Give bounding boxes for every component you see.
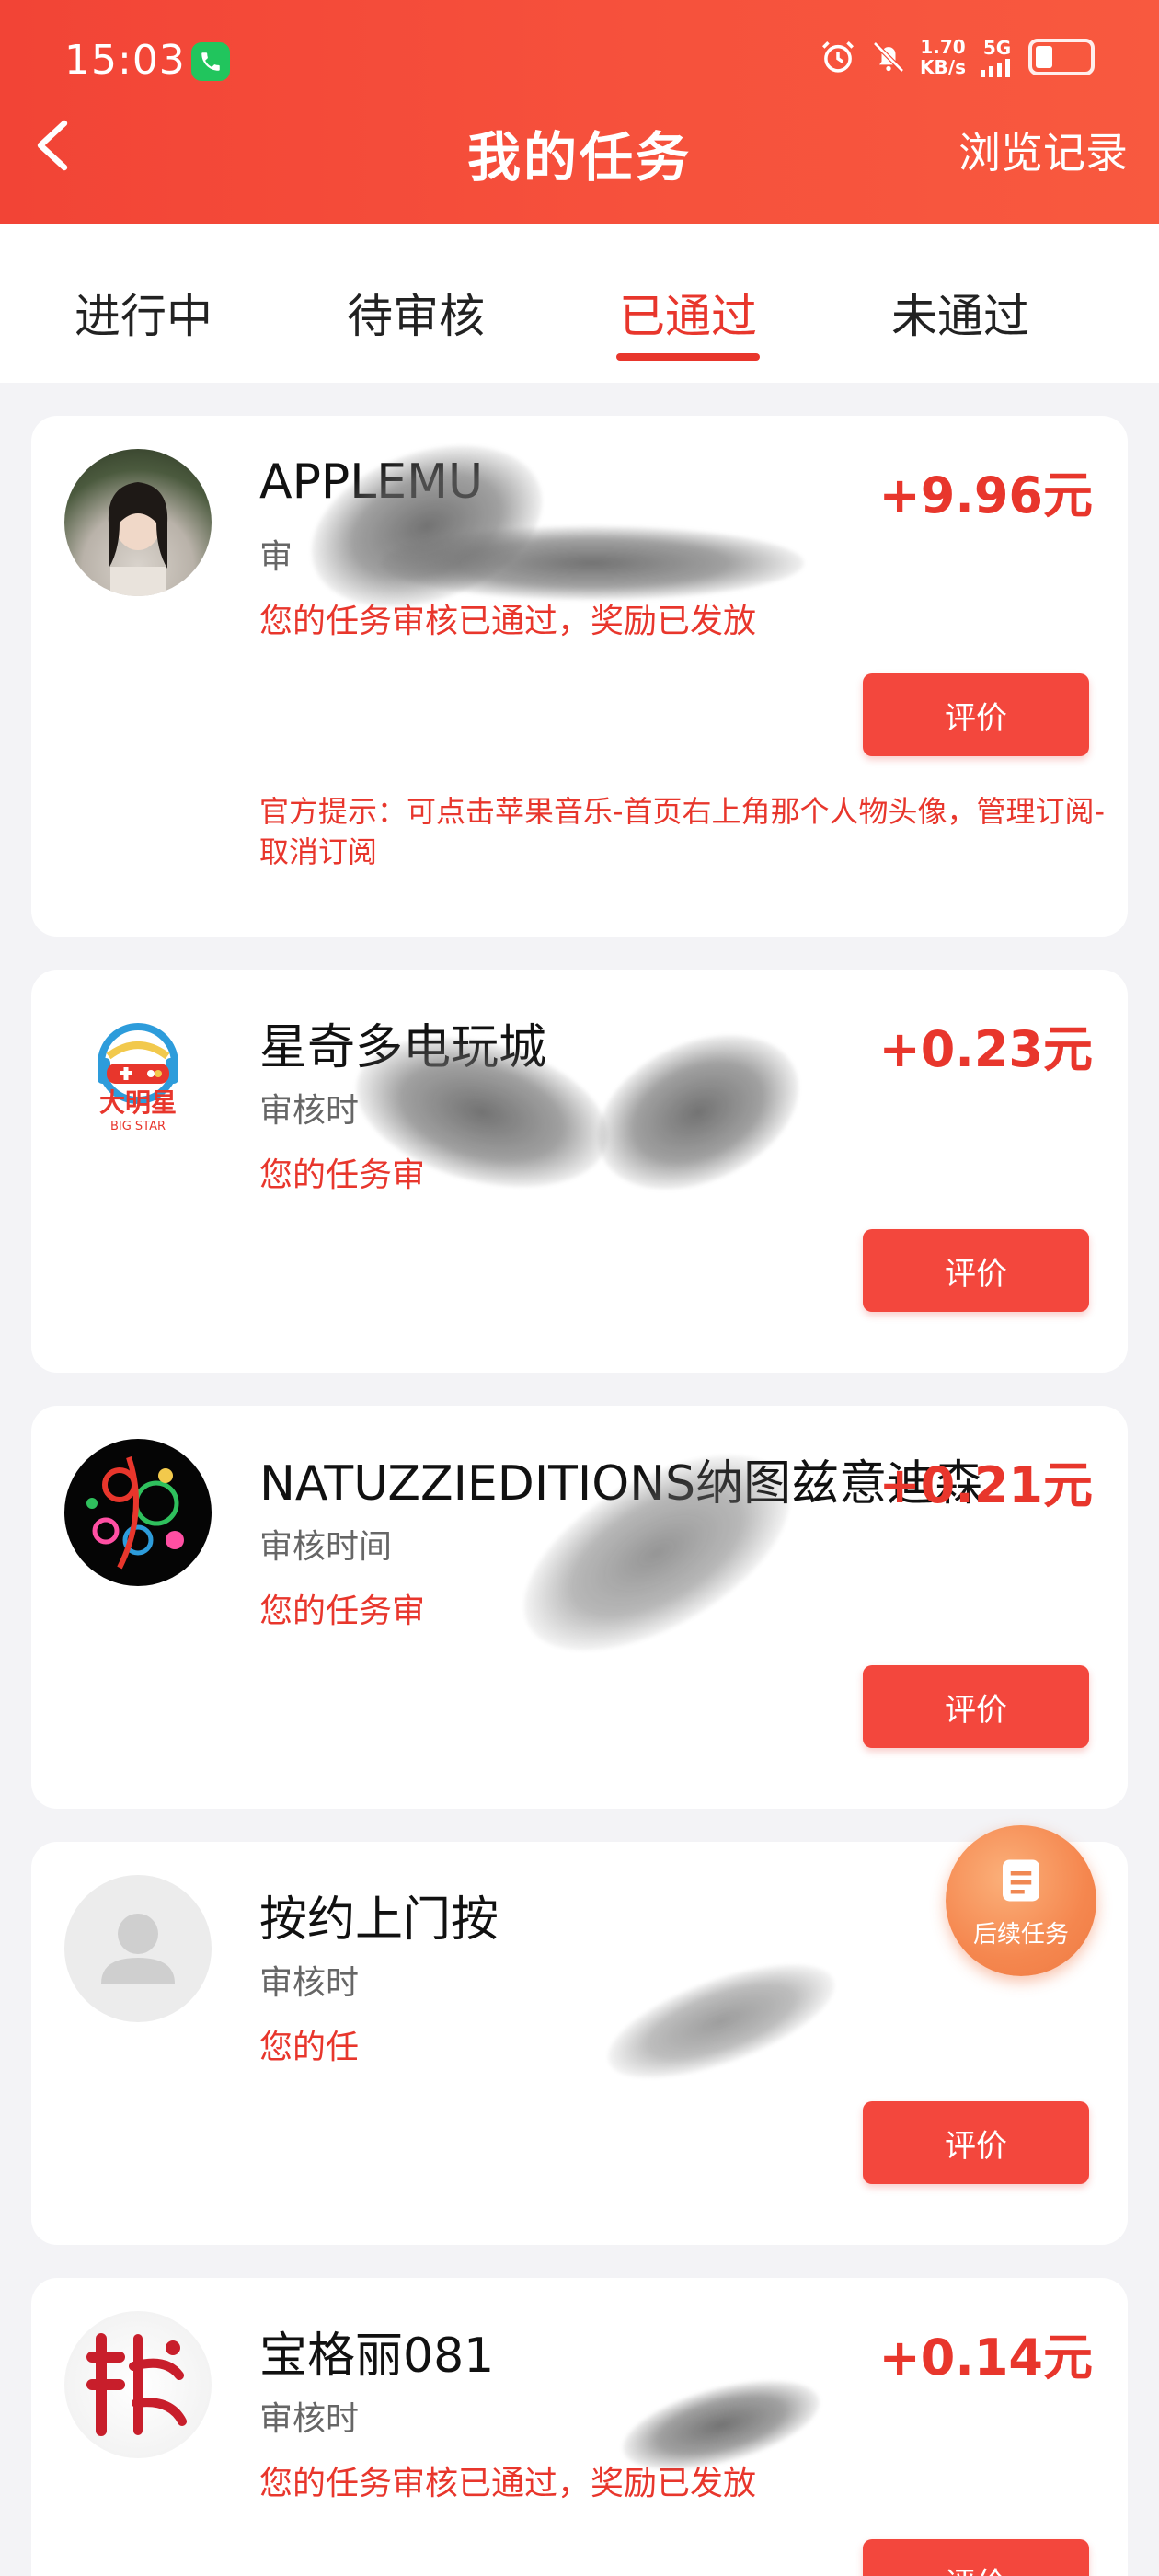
task-reward: +0.21元 (878, 1456, 1093, 1514)
task-reward: +0.14元 (878, 2329, 1093, 2386)
svg-text:大明星: 大明星 (99, 1087, 177, 1118)
calligraphy-logo-icon (64, 2311, 212, 2458)
follow-up-tasks-button[interactable]: 后续任务 (946, 1825, 1096, 1976)
app-header: 15:03 1.70 KB/s 5G 我的任务 浏览记录 (0, 0, 1159, 224)
task-reward: +0.23元 (878, 1020, 1093, 1078)
signal-icon: 5G (979, 37, 1016, 77)
net-speed: 1.70 KB/s (920, 36, 966, 78)
colorful-art-icon (64, 1439, 212, 1586)
task-status: 您的任务审 (259, 1156, 426, 1194)
tab-rejected[interactable]: 未通过 (868, 280, 1052, 346)
review-button[interactable]: 评价 (863, 1229, 1089, 1312)
task-card: NATUZZIEDITIONS纳图兹意迪森 +0.21元 审核时间 您的任务审 … (31, 1406, 1128, 1809)
tab-in-progress[interactable]: 进行中 (52, 280, 235, 346)
review-time: 审 (259, 538, 293, 576)
review-button[interactable]: 评价 (863, 2101, 1089, 2184)
task-card: 宝格丽081 +0.14元 审核时 您的任务审核已通过，奖励已发放 评价 (31, 2278, 1128, 2576)
redaction-scribble (573, 1005, 823, 1220)
review-time: 审核时 (259, 1092, 360, 1130)
status-tabs: 进行中 待审核 已通过 未通过 (0, 224, 1159, 383)
redaction-scribble (381, 526, 804, 600)
review-button[interactable]: 评价 (863, 2539, 1089, 2576)
phone-call-icon (191, 42, 230, 81)
task-card: APPLEMU +9.96元 审 您的任务审核已通过，奖励已发放 评价 官方提示… (31, 416, 1128, 937)
task-status: 您的任 (259, 2029, 360, 2066)
mute-bell-icon (873, 41, 904, 73)
tab-approved[interactable]: 已通过 (596, 280, 780, 346)
redaction-scribble (594, 1941, 848, 2101)
review-button[interactable]: 评价 (863, 673, 1089, 756)
status-icons: 1.70 KB/s 5G (819, 37, 1095, 77)
task-status: 您的任务审 (259, 1593, 426, 1630)
task-name: 按约上门按 (259, 1892, 499, 1948)
task-reward: +9.96元 (878, 466, 1093, 524)
tab-pending-review[interactable]: 待审核 (324, 280, 508, 346)
task-name: 宝格丽081 (259, 2329, 495, 2384)
default-user-icon (64, 1875, 212, 2022)
review-button[interactable]: 评价 (863, 1665, 1089, 1748)
active-tab-indicator (616, 353, 760, 361)
official-tip: 官方提示：可点击苹果音乐-首页右上角那个人物头像，管理订阅-取消订阅 (259, 794, 1106, 869)
document-list-icon (1003, 1859, 1039, 1901)
task-status: 您的任务审核已通过，奖励已发放 (259, 603, 757, 640)
girl-portrait-icon (64, 449, 212, 596)
review-time: 审核时 (259, 2400, 360, 2438)
battery-icon (1028, 39, 1095, 75)
task-card: 大明星 BIG STAR 星奇多电玩城 +0.23元 审核时 您的任务审 评价 (31, 970, 1128, 1373)
status-time: 15:03 (64, 37, 186, 84)
svg-text:BIG STAR: BIG STAR (110, 1120, 166, 1133)
review-time: 审核时间 (259, 1528, 393, 1566)
alarm-icon (822, 41, 855, 73)
browse-history-link[interactable]: 浏览记录 (958, 120, 1128, 180)
big-star-logo-icon: 大明星 BIG STAR (64, 1003, 212, 1150)
review-time: 审核时 (259, 1964, 360, 2002)
